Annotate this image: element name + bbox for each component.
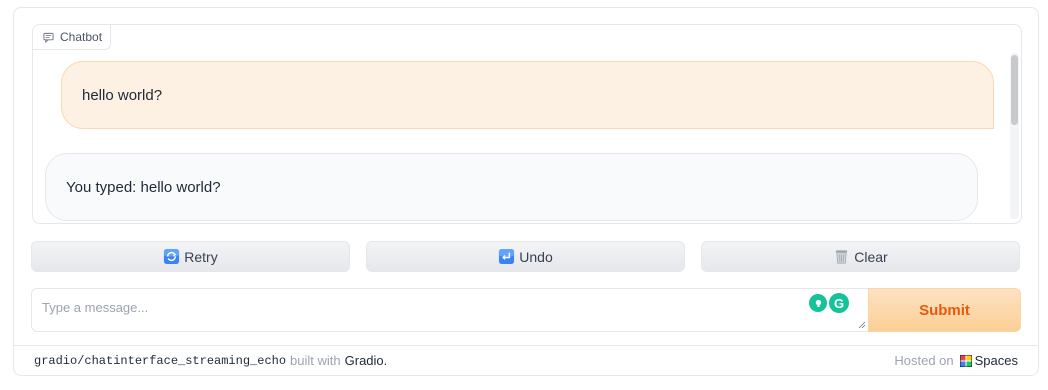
bot-message-text: You typed: hello world?: [66, 178, 221, 196]
user-message: hello world?: [61, 61, 994, 129]
gradio-link[interactable]: Gradio: [345, 353, 384, 368]
chatbot-label: Chatbot: [33, 25, 112, 50]
grammarly-bulb-icon[interactable]: [809, 294, 827, 312]
hosted-on: Hosted on Spaces: [894, 353, 1018, 368]
bot-message: You typed: hello world?: [45, 153, 978, 221]
submit-label: Submit: [919, 301, 970, 319]
footer-period: .: [383, 353, 388, 368]
chat-bubble-icon: [43, 32, 54, 43]
chatbot-label-text: Chatbot: [60, 30, 103, 44]
footer: gradio/chatinterface_streaming_echo buil…: [14, 345, 1038, 375]
hosted-on-text: Hosted on: [894, 353, 954, 368]
resize-grip-icon[interactable]: [858, 321, 866, 329]
grammarly-widget[interactable]: G: [809, 292, 853, 314]
message-input-container: [31, 288, 869, 332]
user-message-text: hello world?: [82, 86, 163, 104]
spaces-label: Spaces: [974, 353, 1018, 368]
repo-link[interactable]: gradio/chatinterface_streaming_echo: [34, 354, 286, 368]
clear-button[interactable]: Clear: [701, 241, 1020, 272]
retry-button[interactable]: Retry: [31, 241, 350, 272]
retry-label: Retry: [184, 248, 218, 265]
undo-icon: [499, 248, 515, 265]
chat-scrollbar-thumb[interactable]: [1011, 55, 1018, 125]
message-input[interactable]: [32, 289, 868, 331]
app-container: Chatbot hello world? You typed: hello wo…: [13, 7, 1039, 376]
undo-label: Undo: [519, 248, 553, 265]
undo-button[interactable]: Undo: [366, 241, 685, 272]
submit-button[interactable]: Submit: [868, 288, 1021, 332]
spaces-icon: [959, 354, 972, 367]
chatbot-panel: Chatbot hello world? You typed: hello wo…: [32, 24, 1022, 224]
chat-scrollbar[interactable]: [1010, 53, 1019, 219]
grammarly-g-icon[interactable]: G: [829, 293, 849, 313]
spaces-link[interactable]: Spaces: [959, 353, 1018, 368]
clear-label: Clear: [854, 248, 888, 265]
trash-icon: [836, 250, 848, 264]
retry-icon: [164, 248, 180, 265]
built-with-text: built with: [290, 353, 341, 368]
